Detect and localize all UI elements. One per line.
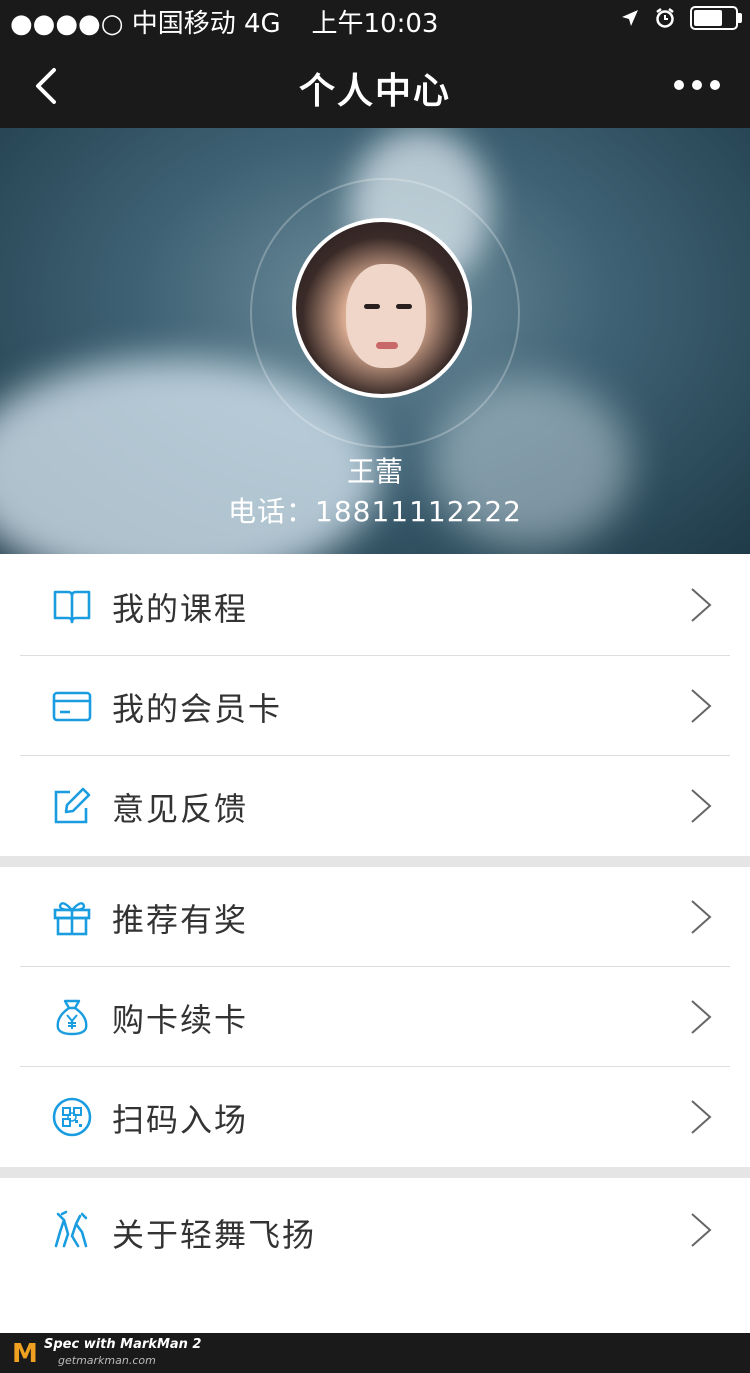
chevron-right-icon [691, 1000, 712, 1034]
markman-footer: M Spec with MarkMan 2 getmarkman.com [0, 1333, 750, 1373]
menu-item-scan-entry[interactable]: 扫码入场 [0, 1067, 750, 1167]
menu-group-2: 推荐有奖 购卡续卡 扫码入场 [0, 867, 750, 1167]
menu-label: 推荐有奖 [112, 901, 249, 939]
menu-label: 意见反馈 [112, 790, 249, 828]
money-bag-icon [56, 999, 88, 1036]
footer-brand: Spec with MarkMan 2 [44, 1337, 202, 1352]
status-bar: ●●●●○ 中国移动 4G 上午10:03 [0, 0, 750, 40]
menu-label: 扫码入场 [112, 1101, 249, 1139]
menu-item-feedback[interactable]: 意见反馈 [0, 756, 750, 856]
menu-label: 购卡续卡 [112, 1001, 249, 1039]
page-title: 个人中心 [298, 71, 451, 112]
edit-icon [54, 787, 91, 824]
menu-label: 我的课程 [112, 590, 249, 628]
section-separator [0, 856, 750, 867]
menu-item-my-courses[interactable]: 我的课程 [0, 554, 750, 656]
status-icons [620, 6, 742, 30]
avatar[interactable] [292, 218, 472, 398]
gift-icon [53, 902, 91, 936]
dance-icon [54, 1210, 88, 1248]
menu-item-about[interactable]: 关于轻舞飞扬 [0, 1178, 750, 1278]
section-separator [0, 1167, 750, 1178]
qr-scan-icon [52, 1097, 92, 1137]
menu-group-1: 我的课程 我的会员卡 意见反馈 [0, 554, 750, 856]
battery-icon [690, 6, 742, 30]
chevron-right-icon [691, 789, 712, 823]
chevron-right-icon [691, 1213, 712, 1247]
more-icon[interactable] [674, 80, 720, 90]
card-icon [52, 691, 92, 722]
user-name: 王蕾 [346, 455, 403, 488]
chevron-right-icon [691, 689, 712, 723]
location-icon [622, 10, 638, 26]
menu-item-referral[interactable]: 推荐有奖 [0, 867, 750, 967]
menu-group-3: 关于轻舞飞扬 [0, 1178, 750, 1333]
nav-bar: 个人中心 [0, 40, 750, 128]
markman-logo-icon: M [12, 1339, 38, 1369]
alarm-icon [656, 8, 674, 28]
menu-item-buy-renew-card[interactable]: 购卡续卡 [0, 967, 750, 1067]
menu-label: 关于轻舞飞扬 [112, 1216, 317, 1254]
footer-site: getmarkman.com [58, 1354, 156, 1367]
user-phone: 电话：18811112222 [228, 495, 522, 528]
book-icon [53, 590, 91, 624]
chevron-right-icon [691, 900, 712, 934]
menu-item-membership-card[interactable]: 我的会员卡 [0, 656, 750, 756]
chevron-right-icon [691, 1100, 712, 1134]
menu-label: 我的会员卡 [112, 690, 283, 728]
profile-header: 王蕾 电话：18811112222 [0, 128, 750, 554]
chevron-right-icon [691, 588, 712, 622]
